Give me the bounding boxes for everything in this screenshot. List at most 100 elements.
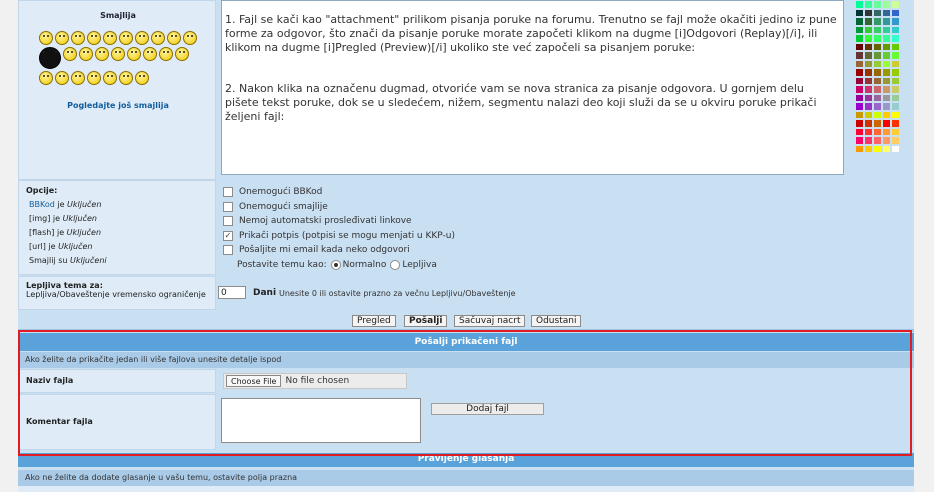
smiley-icon[interactable] bbox=[71, 71, 85, 85]
color-swatch[interactable] bbox=[855, 85, 864, 94]
smiley-icon[interactable] bbox=[183, 31, 197, 45]
color-swatch[interactable] bbox=[873, 68, 882, 77]
color-swatch[interactable] bbox=[855, 76, 864, 85]
color-swatch[interactable] bbox=[873, 8, 882, 17]
checkbox-icon[interactable] bbox=[223, 245, 233, 256]
smiley-icon[interactable] bbox=[111, 47, 125, 61]
color-swatch[interactable] bbox=[873, 110, 882, 119]
file-input[interactable]: Choose File No file chosen bbox=[223, 373, 407, 389]
color-swatch[interactable] bbox=[891, 51, 900, 60]
color-swatch[interactable] bbox=[882, 85, 891, 94]
smiley-icon[interactable] bbox=[159, 47, 173, 61]
color-swatch[interactable] bbox=[882, 144, 891, 153]
preview-button[interactable]: Pregled bbox=[352, 315, 396, 327]
color-swatch[interactable] bbox=[855, 51, 864, 60]
color-swatch[interactable] bbox=[855, 25, 864, 34]
color-swatch[interactable] bbox=[882, 119, 891, 128]
color-swatch[interactable] bbox=[891, 127, 900, 136]
color-swatch[interactable] bbox=[891, 85, 900, 94]
smiley-icon[interactable] bbox=[103, 31, 117, 45]
color-swatch[interactable] bbox=[891, 42, 900, 51]
afro-smiley-icon[interactable] bbox=[39, 47, 61, 69]
color-swatch[interactable] bbox=[891, 17, 900, 26]
message-textarea[interactable]: 1. Fajl se kači kao "attachment" priliko… bbox=[221, 0, 844, 175]
color-swatch[interactable] bbox=[873, 93, 882, 102]
color-swatch[interactable] bbox=[864, 144, 873, 153]
color-swatch[interactable] bbox=[864, 42, 873, 51]
color-swatch[interactable] bbox=[882, 34, 891, 43]
color-swatch[interactable] bbox=[882, 93, 891, 102]
color-swatch[interactable] bbox=[855, 127, 864, 136]
color-swatch[interactable] bbox=[864, 8, 873, 17]
color-swatch[interactable] bbox=[891, 136, 900, 145]
color-swatch[interactable] bbox=[864, 51, 873, 60]
more-smilies-link[interactable]: Pogledajte još smajlija bbox=[19, 101, 217, 110]
color-swatch[interactable] bbox=[891, 34, 900, 43]
color-swatch[interactable] bbox=[855, 144, 864, 153]
color-swatch[interactable] bbox=[864, 127, 873, 136]
color-swatch[interactable] bbox=[882, 51, 891, 60]
color-swatch[interactable] bbox=[873, 51, 882, 60]
color-swatch[interactable] bbox=[873, 119, 882, 128]
color-swatch[interactable] bbox=[855, 17, 864, 26]
file-comment-textarea[interactable] bbox=[221, 398, 421, 443]
color-swatch[interactable] bbox=[864, 102, 873, 111]
color-swatch[interactable] bbox=[873, 0, 882, 9]
color-swatch[interactable] bbox=[873, 102, 882, 111]
color-swatch[interactable] bbox=[891, 110, 900, 119]
color-swatch[interactable] bbox=[855, 102, 864, 111]
color-swatch[interactable] bbox=[873, 85, 882, 94]
checkbox-icon[interactable] bbox=[223, 187, 233, 198]
smiley-icon[interactable] bbox=[87, 71, 101, 85]
color-swatch[interactable] bbox=[864, 25, 873, 34]
color-swatch[interactable] bbox=[855, 8, 864, 17]
color-swatch[interactable] bbox=[882, 76, 891, 85]
smiley-icon[interactable] bbox=[55, 71, 69, 85]
color-swatch[interactable] bbox=[864, 93, 873, 102]
color-swatch[interactable] bbox=[864, 68, 873, 77]
color-swatch[interactable] bbox=[891, 68, 900, 77]
color-swatch[interactable] bbox=[873, 34, 882, 43]
color-swatch[interactable] bbox=[864, 136, 873, 145]
sticky-days-input[interactable]: 0 bbox=[218, 286, 246, 299]
color-swatch[interactable] bbox=[855, 34, 864, 43]
color-swatch[interactable] bbox=[882, 127, 891, 136]
color-swatch[interactable] bbox=[882, 110, 891, 119]
checkmark-icon[interactable]: ✓ bbox=[223, 230, 233, 241]
checkbox-disable-links[interactable]: Nemoj automatski prosleđivati linkove bbox=[223, 214, 455, 229]
color-swatch[interactable] bbox=[864, 0, 873, 9]
color-swatch[interactable] bbox=[864, 76, 873, 85]
color-swatch[interactable] bbox=[855, 0, 864, 9]
color-swatch[interactable] bbox=[873, 42, 882, 51]
color-swatch[interactable] bbox=[882, 17, 891, 26]
color-swatch[interactable] bbox=[855, 93, 864, 102]
color-swatch[interactable] bbox=[855, 110, 864, 119]
radio-sticky[interactable] bbox=[390, 259, 401, 270]
smiley-icon[interactable] bbox=[119, 31, 133, 45]
color-swatch[interactable] bbox=[864, 119, 873, 128]
color-swatch[interactable] bbox=[882, 68, 891, 77]
color-swatch[interactable] bbox=[891, 0, 900, 9]
color-swatch[interactable] bbox=[864, 59, 873, 68]
color-swatch[interactable] bbox=[873, 59, 882, 68]
color-swatch[interactable] bbox=[882, 8, 891, 17]
color-swatch[interactable] bbox=[891, 102, 900, 111]
smiley-icon[interactable] bbox=[127, 47, 141, 61]
color-swatch[interactable] bbox=[855, 136, 864, 145]
color-swatch[interactable] bbox=[855, 119, 864, 128]
submit-button[interactable]: Pošalji bbox=[404, 315, 448, 327]
color-swatch[interactable] bbox=[873, 127, 882, 136]
color-swatch[interactable] bbox=[891, 119, 900, 128]
smiley-icon[interactable] bbox=[135, 71, 149, 85]
smiley-icon[interactable] bbox=[135, 31, 149, 45]
smiley-icon[interactable] bbox=[151, 31, 165, 45]
color-swatch[interactable] bbox=[873, 17, 882, 26]
smiley-icon[interactable] bbox=[95, 47, 109, 61]
save-draft-button[interactable]: Sačuvaj nacrt bbox=[454, 315, 526, 327]
smiley-icon[interactable] bbox=[175, 47, 189, 61]
checkbox-notify-email[interactable]: Pošaljite mi email kada neko odgovori bbox=[223, 243, 455, 258]
color-swatch[interactable] bbox=[864, 34, 873, 43]
color-swatch[interactable] bbox=[873, 25, 882, 34]
checkbox-disable-bbcode[interactable]: Onemogući BBKod bbox=[223, 185, 455, 200]
smiley-icon[interactable] bbox=[79, 47, 93, 61]
